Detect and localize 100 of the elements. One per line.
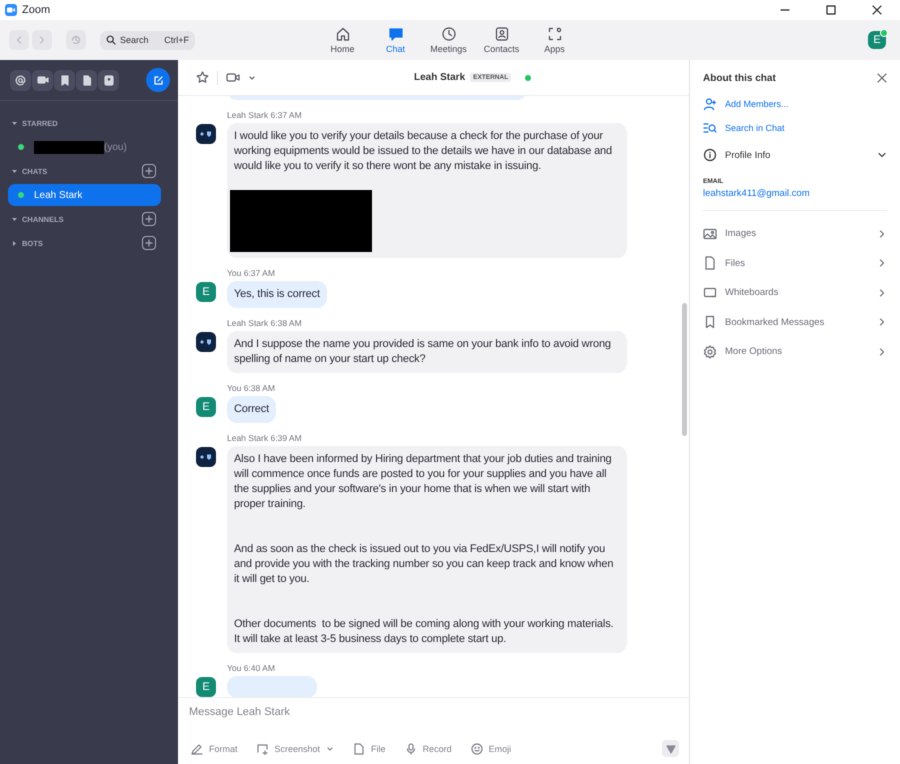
- monitor-icon: [703, 286, 717, 300]
- mention-button[interactable]: [10, 70, 31, 90]
- image-icon: [703, 226, 717, 241]
- caret-icon: [326, 744, 334, 752]
- email-link[interactable]: leahstark411@gmail.com: [703, 188, 887, 199]
- star-button[interactable]: [196, 71, 209, 84]
- message-text: And as soon as the check is issued out to you via FedEx/USPS,I will notify you and provide you with the tracking number so you can keep track and know when it will get to you.: [234, 542, 614, 587]
- add-button[interactable]: [142, 236, 156, 250]
- panel-item[interactable]: More Options: [703, 337, 887, 366]
- chat-list-item[interactable]: Leah Stark: [8, 184, 161, 206]
- chevron-icon: [877, 150, 887, 160]
- nav-tab[interactable]: Meetings: [422, 24, 475, 56]
- file-icon: [353, 742, 366, 754]
- info-icon: [703, 148, 717, 162]
- message-sender-time: You 6:40 AM: [227, 663, 276, 673]
- file-icon: [703, 256, 717, 270]
- contact-name: Leah Stark: [34, 190, 82, 200]
- chat-list-item[interactable]: (you): [8, 136, 161, 158]
- add-button[interactable]: [142, 164, 156, 178]
- plus-icon: [145, 215, 153, 223]
- chat-title: Leah Stark: [414, 72, 466, 83]
- toolbar-button[interactable]: Emoji: [470, 742, 512, 754]
- clock-icon: [440, 26, 456, 42]
- star-icon: [196, 71, 209, 84]
- maximize-icon: [826, 5, 836, 15]
- contacts-button[interactable]: [98, 70, 119, 90]
- bookmarks-button[interactable]: [54, 70, 75, 90]
- close-icon: [877, 73, 887, 83]
- compose-button[interactable]: [146, 68, 170, 92]
- microphone-icon: [404, 742, 417, 754]
- plus-icon: [145, 239, 153, 247]
- chevron-icon: [877, 346, 887, 357]
- message-sender-time: Leah Stark 6:39 AM: [227, 433, 303, 443]
- video-camera-icon-glyph: [7, 7, 15, 13]
- home-icon: [334, 26, 350, 42]
- file-icon: [82, 74, 92, 86]
- search-icon: [106, 35, 116, 45]
- message-sender-time: You 6:37 AM: [227, 268, 276, 278]
- panel-item[interactable]: Images: [703, 219, 887, 248]
- message-text: Correct: [234, 402, 270, 417]
- contact-card-icon: [494, 26, 510, 42]
- triangle-icon[interactable]: [12, 168, 17, 174]
- nav-tab[interactable]: Chat: [369, 24, 422, 56]
- panel-title: About this chat: [703, 72, 776, 84]
- profile-info-toggle[interactable]: Profile Info: [703, 140, 887, 170]
- nav-tab[interactable]: Contacts: [475, 24, 528, 56]
- compose-icon: [152, 74, 164, 86]
- pen-icon: [191, 742, 203, 754]
- window-title: Zoom: [22, 4, 52, 16]
- chevron-right-icon: [38, 36, 46, 44]
- toolbar-button[interactable]: File: [353, 742, 386, 754]
- message-sender-time: Leah Stark 6:37 AM: [227, 110, 303, 120]
- nav-tab[interactable]: Apps: [528, 24, 581, 56]
- message-text: Other documents to be signed will be coming along with your working materials. It will take at least 3-5 business days to complete start up.: [234, 617, 614, 647]
- video-camera-icon: [226, 72, 240, 83]
- bookmark-icon: [703, 315, 717, 330]
- triangle-icon[interactable]: [12, 240, 17, 246]
- send-button[interactable]: [662, 740, 679, 757]
- toolbar-button[interactable]: Screenshot: [256, 742, 334, 754]
- search-field[interactable]: Search Ctrl+F: [100, 30, 195, 50]
- shield-logo-glyph: [199, 130, 213, 138]
- apps-icon: [546, 26, 562, 42]
- search-list-icon: [703, 121, 717, 135]
- chat-bubble-icon: [388, 26, 404, 42]
- message-text: I would like you to verify your details because a check for the purchase of your working equipments would be issued to the details we have in our database and would like you to verify it so there wont be any mistake in issuing.: [234, 129, 613, 174]
- dropdown-button[interactable]: [248, 74, 256, 82]
- message-text: Yes, this is correct: [234, 287, 320, 302]
- panel-item[interactable]: Files: [703, 248, 887, 278]
- panel-item[interactable]: Bookmarked Messages: [703, 308, 887, 337]
- panel-link[interactable]: Add Members...: [703, 92, 887, 116]
- presence-dot: [18, 192, 24, 198]
- triangle-icon[interactable]: [12, 120, 17, 126]
- nav-tab[interactable]: Home: [316, 24, 369, 56]
- message-text: Also I have been informed by Hiring department that your job duties and training will commence once funds are posted to you for your supplies and you have all the supplies and your software's in your home that is when we will start with proper training.: [234, 452, 613, 512]
- recordings-button[interactable]: [32, 70, 53, 90]
- message-sender-time: Leah Stark 6:38 AM: [227, 318, 303, 328]
- toolbar-button[interactable]: Format: [191, 742, 238, 754]
- shield-logo-glyph: [199, 453, 213, 461]
- panel-item[interactable]: Whiteboards: [703, 278, 887, 308]
- chevron-icon: [877, 288, 887, 298]
- close-button[interactable]: [877, 73, 887, 83]
- presence-dot: [18, 144, 24, 150]
- shield-logo-glyph: [199, 338, 213, 346]
- triangle-icon[interactable]: [12, 216, 17, 222]
- toolbar-button[interactable]: Record: [404, 742, 452, 754]
- message-input[interactable]: Message Leah Stark: [189, 706, 489, 718]
- files-button[interactable]: [76, 70, 97, 90]
- message-sender-time: You 6:38 AM: [227, 383, 276, 393]
- user-avatar: E: [196, 677, 216, 697]
- chevron-icon: [877, 317, 887, 328]
- close-icon: [872, 5, 882, 15]
- user-avatar[interactable]: E: [868, 31, 886, 49]
- chevron-left-icon: [15, 36, 23, 44]
- bookmark-icon: [60, 74, 70, 86]
- add-button[interactable]: [142, 212, 156, 226]
- panel-link[interactable]: Search in Chat: [703, 116, 887, 140]
- video-call-button[interactable]: [226, 72, 240, 83]
- message-text: And I suppose the name you provided is same on your bank info to avoid wrong spelling of name on your start up check?: [234, 337, 612, 367]
- you-label: (you): [104, 142, 127, 152]
- at-sign-icon: [15, 74, 26, 86]
